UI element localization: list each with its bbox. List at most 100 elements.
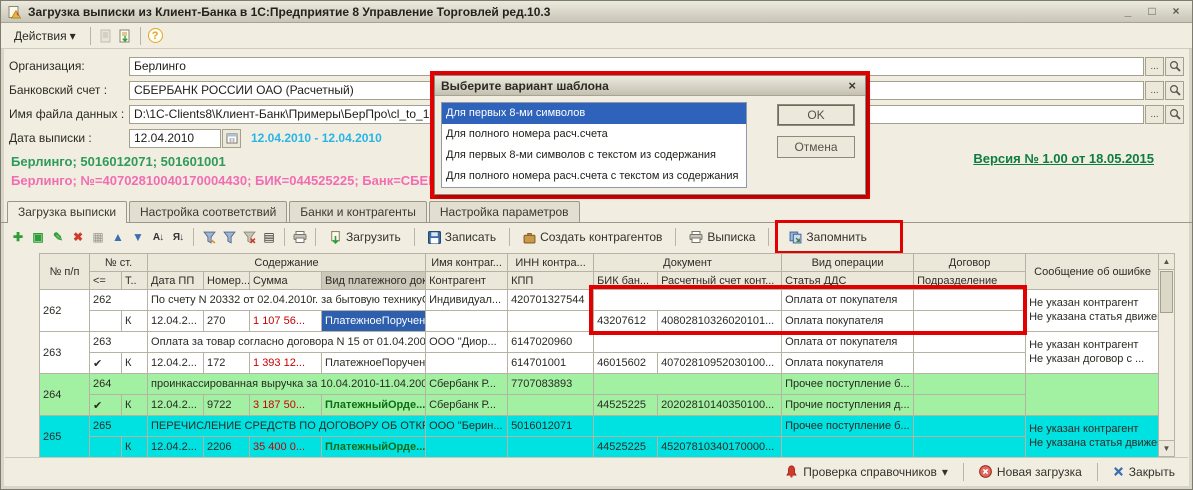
col-header-dogovor[interactable]: Договор [913, 253, 1027, 272]
new-load-button[interactable]: Новая загрузка [972, 461, 1089, 483]
help-icon[interactable]: ? [147, 28, 163, 43]
table-row-detail: К 12.04.2... 2206 35 400 0... ПлатежныйО… [40, 436, 1160, 458]
create-contractors-button[interactable]: Создать контрагентов [516, 226, 669, 248]
col-header-subdiv[interactable]: Подразделение [913, 271, 1027, 290]
remember-button[interactable]: Запомнить [782, 226, 873, 248]
dialog-title-bar: Выберите вариант шаблона × [435, 76, 865, 96]
print-icon[interactable] [291, 228, 309, 246]
org-ellipsis-button[interactable]: ... [1145, 56, 1164, 76]
minimize-button[interactable]: _ [1118, 4, 1138, 20]
error-cell[interactable] [1025, 373, 1161, 416]
statement-print-button[interactable]: Выписка [682, 226, 762, 248]
tab-statement-load[interactable]: Загрузка выписки [7, 201, 128, 223]
statement-date-field[interactable] [129, 128, 221, 148]
clear-filter-icon[interactable] [240, 228, 258, 246]
print-icon [689, 231, 703, 243]
dialog-close-icon[interactable]: × [845, 78, 859, 93]
scroll-up-icon[interactable]: ▲ [1159, 254, 1174, 270]
date-range-text: 12.04.2010 - 12.04.2010 [251, 131, 382, 145]
separator [315, 228, 316, 246]
list-item[interactable]: Для полного номера расч.счета с текстом … [442, 166, 746, 187]
selected-cell[interactable]: ПлатежноеПоручен... [321, 310, 427, 332]
app-window: Загрузка выписки из Клиент-Банка в 1С:Пр… [0, 0, 1193, 490]
list-settings-icon[interactable]: ▤ [260, 228, 278, 246]
sort-desc-icon[interactable]: Я↓ [169, 228, 187, 246]
ok-button[interactable]: OK [777, 104, 855, 126]
error-cell[interactable]: Не указан контрагент Не указана статья дв… [1025, 289, 1161, 332]
close-form-button[interactable]: Закрыть [1106, 461, 1182, 483]
col-header-bik[interactable]: БИК бан... [593, 271, 659, 290]
actions-menu[interactable]: Действия ▾ [7, 26, 83, 46]
col-header-contractor-name[interactable]: Имя контраг... [425, 253, 509, 272]
separator [509, 228, 511, 246]
error-cell[interactable]: Не указан контрагент Не указана статья дв… [1025, 415, 1161, 458]
separator [1096, 462, 1098, 481]
remember-icon [789, 231, 802, 243]
col-header-num[interactable]: Номер... [203, 271, 251, 290]
tab-strip: Загрузка выписки Настройка соответствий … [1, 201, 1192, 223]
list-item[interactable]: Для полного номера расч.счета [442, 124, 746, 145]
col-header-t[interactable]: Т.. [120, 271, 149, 290]
load-icon [331, 230, 340, 244]
add-row-icon[interactable]: ✚ [9, 228, 27, 246]
edit-row-icon[interactable]: ✎ [49, 228, 67, 246]
col-header-date[interactable]: Дата ПП [147, 271, 205, 290]
separator [962, 462, 964, 481]
import-settings-icon[interactable] [117, 28, 133, 44]
col-header-document[interactable]: Документ [593, 253, 783, 272]
close-button[interactable]: × [1166, 4, 1186, 20]
maximize-button[interactable]: □ [1142, 4, 1162, 20]
chevron-down-icon: ▾ [69, 28, 76, 43]
error-cell[interactable]: Не указан контрагент Не указан договор с … [1025, 331, 1161, 374]
tab-banks-contractors[interactable]: Банки и контрагенты [289, 201, 427, 222]
col-header-kpp[interactable]: КПП [507, 271, 595, 290]
load-button[interactable]: Загрузить [322, 226, 408, 248]
col-header-sum[interactable]: Сумма [249, 271, 323, 290]
account-ellipsis-button[interactable]: ... [1145, 80, 1164, 100]
col-header-npp[interactable]: № п/п [39, 253, 90, 290]
list-item[interactable]: Для первых 8-ми символов [442, 103, 746, 124]
filter-setup-icon[interactable] [200, 228, 218, 246]
disabled-edit-icon: ▦ [92, 230, 104, 244]
statement-table: № п/п № ст. Содержание Имя контраг... ИН… [39, 253, 1161, 458]
table-row: 262 262 По счету N 20332 от 02.04.2010г.… [39, 289, 1161, 332]
check-references-button[interactable]: Проверка справочников ▾ [778, 461, 955, 483]
move-up-icon[interactable]: ▲ [109, 228, 127, 246]
calendar-button[interactable] [222, 128, 241, 148]
template-variant-dialog: Выберите вариант шаблона × Для первых 8-… [434, 75, 866, 195]
tab-parameters[interactable]: Настройка параметров [428, 201, 580, 222]
list-item[interactable]: Для первых 8-ми символов с текстом из со… [442, 145, 746, 166]
vertical-scrollbar[interactable]: ▲ ▼ [1158, 253, 1175, 457]
col-header-operation[interactable]: Вид операции [781, 253, 915, 272]
tab-mapping-setup[interactable]: Настройка соответствий [129, 201, 288, 222]
scroll-thumb[interactable] [1160, 271, 1173, 313]
col-header-dds[interactable]: Статья ДДС [781, 271, 915, 290]
account-lookup-button[interactable] [1165, 80, 1184, 100]
col-header-doc-kind[interactable]: Вид платежного док... [321, 271, 427, 290]
magnifier-icon [1169, 84, 1181, 96]
reread-icon[interactable] [98, 28, 114, 44]
magnifier-icon [1169, 108, 1181, 120]
delete-row-icon[interactable]: ✖ [69, 228, 87, 246]
move-down-icon[interactable]: ▼ [129, 228, 147, 246]
org-lookup-button[interactable] [1165, 56, 1184, 76]
filter-by-value-icon[interactable] [220, 228, 238, 246]
file-name-label: Имя файла данных : [9, 107, 125, 121]
col-header-account[interactable]: Расчетный счет конт... [657, 271, 783, 290]
table-row: 263 263 Оплата за товар согласно договор… [39, 331, 1161, 374]
col-header-content[interactable]: Содержание [147, 253, 427, 272]
version-link[interactable]: Версия № 1.00 от 18.05.2015 [973, 151, 1154, 166]
col-header-contractor[interactable]: Контрагент [425, 271, 509, 290]
copy-row-icon[interactable]: ▣ [29, 228, 47, 246]
file-lookup-button[interactable] [1165, 104, 1184, 124]
col-header-error[interactable]: Сообщение об ошибке [1025, 253, 1161, 290]
col-header-check[interactable]: <= [89, 271, 122, 290]
dialog-title: Выберите вариант шаблона [441, 78, 609, 93]
col-header-nst[interactable]: № ст. [88, 253, 149, 272]
col-header-inn[interactable]: ИНН контра... [507, 253, 595, 272]
cancel-button[interactable]: Отмена [777, 136, 855, 158]
sort-asc-icon[interactable]: А↓ [149, 228, 167, 246]
scroll-down-icon[interactable]: ▼ [1159, 440, 1174, 456]
write-button[interactable]: Записать [421, 226, 503, 248]
file-ellipsis-button[interactable]: ... [1145, 104, 1164, 124]
